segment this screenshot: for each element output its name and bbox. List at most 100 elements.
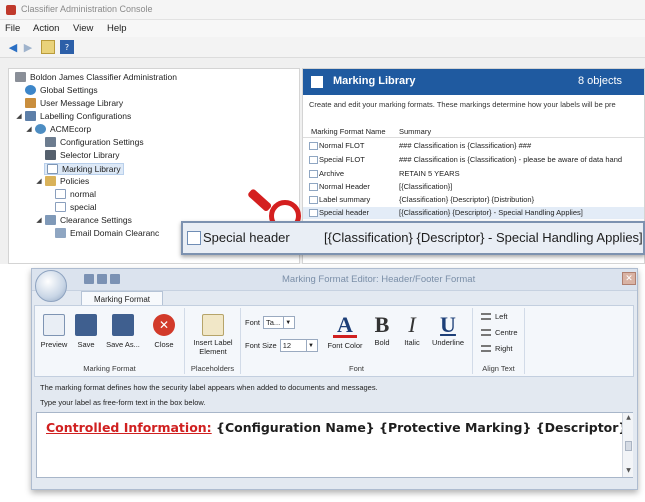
tree-item-marking-library[interactable]: Marking Library (44, 163, 124, 175)
align-right-button[interactable]: Right (481, 344, 513, 353)
vertical-scrollbar[interactable]: ▲ ▼ (622, 413, 633, 477)
bold-icon: B (374, 312, 390, 337)
up-folder-icon[interactable] (41, 40, 55, 54)
insert-label-element-button[interactable]: Insert Label Element (189, 314, 237, 356)
pane-title: Marking Library (333, 75, 416, 87)
scroll-up-icon[interactable]: ▲ (624, 414, 633, 422)
undo-icon[interactable] (97, 274, 107, 284)
tree-item-email-domain-clearance[interactable]: Email Domain Clearanc (55, 228, 159, 238)
preview-icon (43, 314, 65, 336)
font-select[interactable]: Ta... ▼ (263, 316, 296, 329)
close-button[interactable]: ✕ Close (149, 314, 179, 349)
tree-item-policies[interactable]: ◢ Policies (35, 176, 89, 186)
toolbar: ◀ ▶ ? (0, 37, 645, 58)
align-left-icon (481, 313, 491, 320)
group-label: Marking Format (83, 364, 136, 373)
scroll-thumb[interactable] (625, 441, 632, 451)
save-as-button[interactable]: Save As... (101, 314, 145, 349)
expand-arrow-icon[interactable]: ◢ (25, 125, 33, 133)
menu-action[interactable]: Action (33, 23, 59, 34)
object-count: 8 objects (577, 75, 622, 87)
column-header: Marking Format Name Summary (303, 125, 644, 138)
back-arrow-icon[interactable]: ◀ (6, 40, 20, 54)
marking-format-icon (309, 209, 318, 217)
forward-arrow-icon[interactable]: ▶ (21, 40, 35, 54)
italic-icon: I (408, 312, 416, 337)
instruction-text: The marking format defines how the secur… (40, 383, 378, 392)
label-text-area[interactable]: Controlled Information: {Configuration N… (36, 412, 633, 478)
tab-marking-format[interactable]: Marking Format (81, 291, 163, 306)
instruction-text: Type your label as free-form text in the… (40, 398, 206, 407)
label-text: Controlled Information: {Configuration N… (46, 420, 627, 435)
table-row[interactable]: Archive RETAIN 5 YEARS (303, 168, 644, 180)
scroll-down-icon[interactable]: ▼ (624, 467, 633, 475)
font-color-icon: A (333, 314, 357, 338)
tree-item-root[interactable]: Boldon James Classifier Administration (15, 72, 177, 82)
users-icon (25, 98, 36, 108)
app-icon (6, 5, 16, 15)
tree-item-acmecorp[interactable]: ◢ ACMEcorp (25, 124, 91, 134)
marking-format-icon (309, 170, 318, 178)
font-field: Font Ta... ▼ (245, 316, 296, 329)
column-summary[interactable]: Summary (399, 127, 431, 136)
expand-arrow-icon[interactable]: ◢ (15, 112, 23, 120)
tree-item-normal[interactable]: normal (55, 189, 96, 199)
bold-button[interactable]: B Bold (369, 312, 395, 348)
menu-file[interactable]: File (5, 23, 20, 34)
admin-icon (15, 72, 26, 82)
zoomed-row-summary: [{Classification} {Descriptor} - Special… (324, 230, 643, 245)
save-icon[interactable] (84, 274, 94, 284)
application-menu-button[interactable] (35, 270, 67, 302)
email-domain-icon (55, 228, 66, 238)
align-right-icon (481, 345, 491, 352)
expand-arrow-icon[interactable]: ◢ (35, 177, 43, 185)
marking-format-icon (309, 196, 318, 204)
expand-arrow-icon[interactable]: ◢ (35, 216, 43, 224)
tree-item-clearance-settings[interactable]: ◢ Clearance Settings (35, 215, 132, 225)
align-centre-button[interactable]: Centre (481, 328, 518, 337)
menu-help[interactable]: Help (107, 23, 127, 34)
editor-title: Marking Format Editor: Header/Footer For… (282, 274, 476, 285)
chevron-down-icon: ▼ (306, 340, 315, 351)
tree-item-selector-library[interactable]: Selector Library (45, 150, 120, 160)
menu-view[interactable]: View (73, 23, 93, 34)
group-label: Align Text (482, 364, 515, 373)
align-centre-icon (481, 329, 491, 336)
tree-item-global-settings[interactable]: Global Settings (25, 85, 98, 95)
org-icon (35, 124, 46, 134)
marking-format-icon (309, 183, 318, 191)
font-size-select[interactable]: 12 ▼ (279, 339, 319, 352)
close-circle-icon: ✕ (153, 314, 175, 336)
align-left-button[interactable]: Left (481, 312, 508, 321)
italic-button[interactable]: I Italic (399, 312, 425, 348)
clearance-icon (45, 215, 56, 225)
marking-format-icon (187, 231, 201, 245)
table-row[interactable]: Normal FLOT ### Classification is {Class… (303, 140, 644, 152)
column-name[interactable]: Marking Format Name (311, 127, 386, 136)
help-icon[interactable]: ? (60, 40, 74, 54)
redo-icon[interactable] (110, 274, 120, 284)
save-icon (75, 314, 97, 336)
preview-button[interactable]: Preview (39, 314, 69, 349)
ribbon: Preview Save Save As... ✕ Close Marking … (34, 305, 634, 377)
table-row[interactable]: Label summary {Classification} {Descript… (303, 194, 644, 206)
tree-item-labelling-configurations[interactable]: ◢ Labelling Configurations (15, 111, 131, 121)
table-row[interactable]: Special header [{Classification} {Descri… (303, 207, 644, 219)
table-row[interactable]: Special FLOT ### Classification is {Clas… (303, 154, 644, 166)
align-group: Left Centre Right Align Text (473, 308, 525, 374)
tree-item-special[interactable]: special (55, 202, 96, 212)
save-button[interactable]: Save (73, 314, 99, 349)
marking-format-group: Preview Save Save As... ✕ Close Marking … (35, 308, 185, 374)
tree-item-configuration-settings[interactable]: Configuration Settings (45, 137, 144, 147)
label-placeholder-text: {Configuration Name} {Protective Marking… (211, 420, 628, 435)
chevron-down-icon: ▼ (283, 317, 292, 328)
table-row[interactable]: Normal Header [{Classification}] (303, 181, 644, 193)
insert-label-icon (202, 314, 224, 336)
window-title: Classifier Administration Console (21, 4, 153, 14)
zoomed-row-name: Special header (203, 230, 290, 245)
tree-item-user-message-library[interactable]: User Message Library (25, 98, 123, 108)
font-group: Font Ta... ▼ Font Size 12 ▼ A Font Color B… (241, 308, 473, 374)
underline-button[interactable]: U Underline (428, 314, 468, 348)
font-color-button[interactable]: A Font Color (325, 314, 365, 351)
close-icon[interactable]: ✕ (622, 272, 636, 285)
